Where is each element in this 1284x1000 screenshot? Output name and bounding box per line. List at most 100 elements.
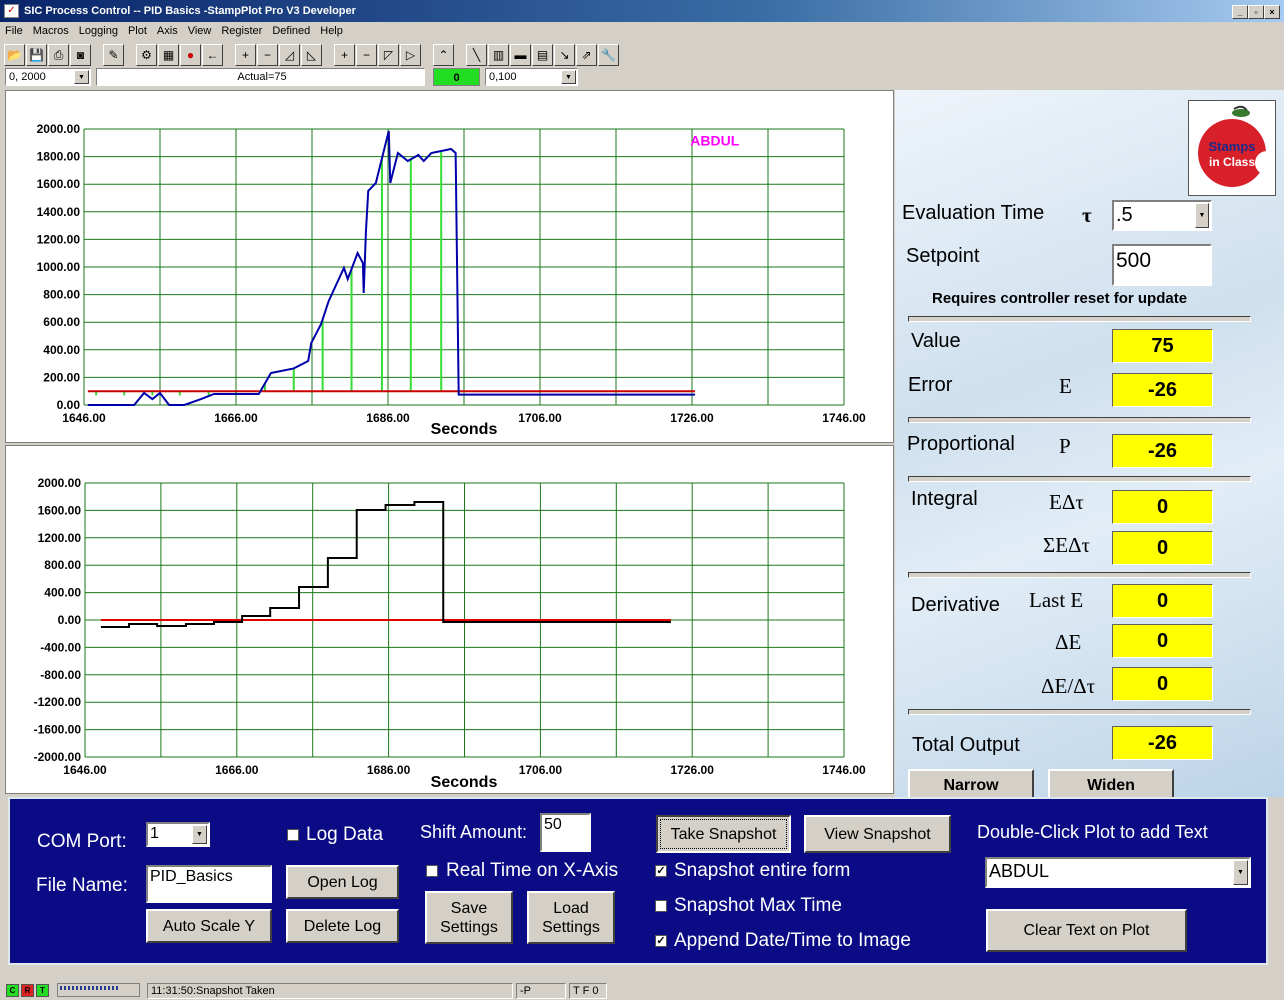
minimize-button[interactable]: _: [1232, 5, 1248, 19]
x-range-select[interactable]: 0,100 ▼: [485, 68, 578, 86]
toolbar-separator: [422, 44, 432, 66]
chevron-down-icon[interactable]: ▼: [74, 70, 89, 84]
y-tick-label: 1800.00: [37, 150, 81, 164]
chevron-down-icon[interactable]: ▼: [1195, 203, 1209, 228]
append-datetime-label: Append Date/Time to Image: [674, 930, 911, 951]
top-plot-panel[interactable]: 0.00 200.00 400.00 600.00 800.00 1000.00 1200.…: [5, 90, 894, 443]
save-icon[interactable]: 💾: [26, 44, 47, 66]
file-name-input[interactable]: PID_Basics: [146, 865, 272, 903]
close-button[interactable]: ×: [1264, 5, 1280, 19]
menu-defined[interactable]: Defined: [267, 22, 315, 41]
bottom-plot[interactable]: -2000.00 -1600.00 -1200.00 -800.00 -400.00 0.…: [6, 446, 893, 793]
chevron-down-icon[interactable]: ▼: [192, 825, 207, 844]
y-tick-label: 0.00: [57, 398, 81, 412]
x-axis-label: Seconds: [431, 774, 498, 791]
menu-view[interactable]: View: [183, 22, 217, 41]
snapshot-form-checkbox[interactable]: ✓: [655, 865, 667, 877]
bottom-plot-panel[interactable]: -2000.00 -1600.00 -1200.00 -800.00 -400.00 0.…: [5, 445, 894, 794]
last-e-field: 0: [1112, 584, 1213, 618]
open-log-button[interactable]: Open Log: [286, 865, 399, 899]
y-range-value: 0, 2000: [9, 71, 46, 83]
y-tick-label: -800.00: [40, 668, 81, 682]
open-folder-icon[interactable]: 📂: [4, 44, 25, 66]
com-port-select[interactable]: 1 ▼: [146, 822, 210, 847]
snapshot-max-checkbox[interactable]: [655, 900, 667, 912]
app-icon[interactable]: ✓: [4, 4, 19, 18]
pen-icon[interactable]: ╲: [466, 44, 487, 66]
camera-icon[interactable]: ◙: [70, 44, 91, 66]
menu-register[interactable]: Register: [216, 22, 267, 41]
append-datetime-checkbox[interactable]: ✓: [655, 935, 667, 947]
note-icon[interactable]: ▬: [510, 44, 531, 66]
y-minus-icon[interactable]: −: [356, 44, 377, 66]
data-series-line: [100, 500, 671, 628]
chevron-down-icon[interactable]: ▼: [561, 70, 576, 84]
y-range-select[interactable]: 0, 2000 ▼: [5, 68, 91, 86]
indicator-field: 0: [433, 68, 480, 86]
y-plus-icon[interactable]: +: [334, 44, 355, 66]
toolbar-separator: [455, 44, 465, 66]
chevron-down-icon[interactable]: ▼: [1233, 860, 1248, 885]
com-port-value: 1: [150, 825, 159, 842]
wrench-icon[interactable]: 🔧: [598, 44, 619, 66]
load-settings-button[interactable]: Load Settings: [527, 891, 615, 944]
menu-logging[interactable]: Logging: [74, 22, 123, 41]
toolbar: 📂 💾 ⎙ ◙ ✎ ⚙ ▦ ● ← + − ◿ ◺ + − ◸ ▷ ⌃ ╲ ▥ ▬ ▤ ↘ ⇗ 🔧: [4, 44, 619, 66]
grid-icon[interactable]: ▦: [158, 44, 179, 66]
shift-amount-input[interactable]: 50: [540, 813, 591, 852]
x-tick-label: 1726.00: [671, 763, 715, 777]
save-settings-button[interactable]: Save Settings: [425, 891, 513, 944]
take-snapshot-button[interactable]: Take Snapshot: [656, 815, 791, 853]
menu-file[interactable]: File: [0, 22, 28, 41]
menu-macros[interactable]: Macros: [28, 22, 74, 41]
y-tick-label: 400.00: [44, 586, 81, 600]
divider: [908, 709, 1251, 715]
menu-plot[interactable]: Plot: [123, 22, 152, 41]
x-tick-label: 1746.00: [822, 763, 866, 777]
x-tick-label: 1646.00: [62, 411, 106, 425]
wand-icon[interactable]: ✎: [103, 44, 124, 66]
integral-symbol: EΔτ: [1049, 490, 1084, 514]
view-snapshot-button[interactable]: View Snapshot: [804, 815, 951, 853]
x-tick-label: 1686.00: [366, 411, 410, 425]
x-shift-right-icon[interactable]: ◺: [301, 44, 322, 66]
real-time-label: Real Time on X-Axis: [446, 860, 619, 881]
auto-scale-y-button[interactable]: Auto Scale Y: [146, 909, 272, 943]
setpoint-input[interactable]: 500: [1112, 244, 1212, 286]
real-time-checkbox[interactable]: [426, 865, 438, 877]
data-series-line: [87, 130, 696, 406]
x-tick-label: 1686.00: [367, 763, 411, 777]
title-bar: SIC Process Control -- PID Basics -Stamp…: [0, 0, 1284, 22]
clear-text-button[interactable]: Clear Text on Plot: [986, 909, 1187, 952]
proportional-label: Proportional: [907, 433, 1015, 455]
last-e-symbol: Last E: [1029, 588, 1084, 612]
y-shift-up-icon[interactable]: ▷: [400, 44, 421, 66]
file-name-label: File Name:: [36, 875, 128, 896]
log-data-checkbox[interactable]: [287, 829, 299, 841]
plot-run-icon[interactable]: ⚙: [136, 44, 157, 66]
plot-text-select[interactable]: ABDUL ▼: [985, 857, 1251, 888]
delete-log-button[interactable]: Delete Log: [286, 909, 399, 943]
print-icon[interactable]: ⎙: [48, 44, 69, 66]
restore-button[interactable]: ▫: [1248, 5, 1264, 19]
setpoint-label: Setpoint: [906, 245, 980, 267]
x-range-value: 0,100: [489, 71, 517, 83]
x-minus-icon[interactable]: −: [257, 44, 278, 66]
x-tick-label: 1666.00: [214, 411, 258, 425]
window-title: SIC Process Control -- PID Basics -Stamp…: [24, 5, 356, 17]
menu-help[interactable]: Help: [315, 22, 348, 41]
menu-axis[interactable]: Axis: [152, 22, 183, 41]
stop-icon[interactable]: ●: [180, 44, 201, 66]
top-plot[interactable]: 0.00 200.00 400.00 600.00 800.00 1000.00 1200.…: [6, 91, 893, 442]
probe-icon[interactable]: ↘: [554, 44, 575, 66]
x-shift-left-icon[interactable]: ◿: [279, 44, 300, 66]
evaluation-time-select[interactable]: .5 ▼: [1112, 200, 1212, 231]
chart-icon[interactable]: ⌃: [433, 44, 454, 66]
y-shift-down-icon[interactable]: ◸: [378, 44, 399, 66]
digital-icon[interactable]: ▥: [488, 44, 509, 66]
clipboard-icon[interactable]: ▤: [532, 44, 553, 66]
delta-e-field: 0: [1112, 624, 1213, 658]
arrow-left-icon[interactable]: ←: [202, 44, 223, 66]
scale-icon[interactable]: ⇗: [576, 44, 597, 66]
x-plus-icon[interactable]: +: [235, 44, 256, 66]
